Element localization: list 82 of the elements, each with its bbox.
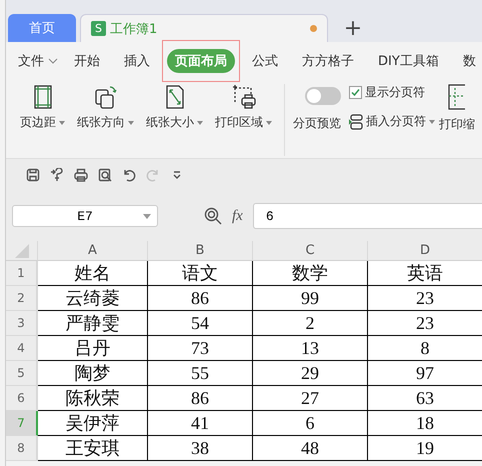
- table-cell: 语文: [148, 261, 253, 286]
- ribbon-button[interactable]: 页边距: [14, 84, 71, 132]
- table-cell: 27: [253, 386, 368, 411]
- row-header[interactable]: 6: [6, 386, 38, 411]
- row-header[interactable]: 5: [6, 361, 38, 386]
- table-cell: 13: [253, 336, 368, 361]
- new-tab-button[interactable]: +: [338, 14, 368, 42]
- table-cell: 86: [148, 286, 253, 311]
- column-header[interactable]: B: [148, 241, 253, 261]
- table-cell: 陶梦: [38, 361, 148, 386]
- table-cell: 73: [148, 336, 253, 361]
- function-label[interactable]: fx: [232, 208, 243, 224]
- ribbon-tab[interactable]: 数: [454, 49, 482, 73]
- table-cell: 吕丹: [38, 336, 148, 361]
- table-cell: 23: [368, 286, 482, 311]
- formula-field[interactable]: 6: [252, 203, 482, 229]
- table-cell: 55: [148, 361, 253, 386]
- table-cell: 29: [253, 361, 368, 386]
- print-scale-button[interactable]: 打印缩: [439, 116, 475, 133]
- chevron-down-icon: [48, 58, 58, 64]
- ribbon-tab[interactable]: 方方格子: [294, 49, 362, 73]
- table-cell: 99: [253, 286, 368, 311]
- table-cell: 2: [253, 311, 368, 336]
- table-cell: 38: [148, 436, 253, 461]
- table-cell: 63: [368, 386, 482, 411]
- dropdown-arrow-icon: [143, 214, 151, 218]
- printer-area-icon: [230, 84, 256, 110]
- table-cell: 86: [148, 386, 253, 411]
- ribbon-tab[interactable]: 公式: [244, 49, 286, 73]
- caret-icon: [128, 120, 134, 124]
- table-cell: 19: [368, 436, 482, 461]
- undo-icon[interactable]: [122, 168, 136, 182]
- table-cell: 41: [148, 411, 253, 436]
- print-icon[interactable]: [74, 168, 88, 182]
- table-cell: 48: [253, 436, 368, 461]
- caret-icon: [197, 120, 203, 124]
- ribbon-button[interactable]: 打印区域: [209, 84, 278, 132]
- show-page-breaks-checkbox[interactable]: 显示分页符: [349, 84, 425, 101]
- table-cell: 6: [253, 411, 368, 436]
- ribbon-tab[interactable]: 插入: [116, 49, 158, 73]
- pages-rotate-icon: [92, 84, 118, 110]
- table-cell: 18: [368, 411, 482, 436]
- file-menu[interactable]: 文件: [18, 52, 62, 70]
- column-header[interactable]: A: [38, 241, 148, 261]
- page-break-preview-button[interactable]: 分页预览: [293, 115, 341, 132]
- table-cell: 23: [368, 311, 482, 336]
- checkbox[interactable]: [349, 86, 362, 99]
- column-header[interactable]: C: [253, 241, 368, 261]
- spreadsheet-logo-icon: S: [91, 21, 106, 36]
- table-cell: 吴伊萍: [38, 411, 148, 436]
- toggle-switch[interactable]: [305, 87, 341, 105]
- save-icon[interactable]: [26, 168, 40, 182]
- caret-icon: [59, 120, 65, 124]
- table-cell: 姓名: [38, 261, 148, 286]
- insert-page-break-button[interactable]: 插入分页符: [349, 113, 435, 130]
- tab-title: 工作簿1: [110, 20, 158, 38]
- table-cell: 王安琪: [38, 436, 148, 461]
- caret-icon: [266, 120, 272, 124]
- page-break-insert-icon: [349, 114, 363, 130]
- ribbon-tab[interactable]: DIY工具箱: [370, 49, 447, 73]
- table-cell: 陈秋荣: [38, 386, 148, 411]
- row-header[interactable]: 8: [6, 436, 38, 461]
- row-header[interactable]: 1: [6, 261, 38, 286]
- ribbon-button[interactable]: 纸张大小: [140, 84, 209, 132]
- ribbon-button[interactable]: 纸张方向: [71, 84, 140, 132]
- table-cell: 英语: [368, 261, 482, 286]
- column-header[interactable]: D: [368, 241, 482, 261]
- caret-icon: [429, 120, 435, 124]
- table-cell: 云绮菱: [38, 286, 148, 311]
- zoom-search-icon[interactable]: [204, 207, 222, 225]
- table-cell: 8: [368, 336, 482, 361]
- table-cell: 54: [148, 311, 253, 336]
- ribbon-tab[interactable]: 开始: [66, 49, 108, 73]
- table-cell: 严静雯: [38, 311, 148, 336]
- table-cell: 97: [368, 361, 482, 386]
- corner-triangle-icon: [14, 244, 28, 258]
- row-header[interactable]: 2: [6, 286, 38, 311]
- row-header[interactable]: 4: [6, 336, 38, 361]
- print-preview-icon[interactable]: [98, 168, 112, 182]
- name-box[interactable]: E7: [12, 205, 158, 227]
- table-cell: 数学: [253, 261, 368, 286]
- row-header[interactable]: 3: [6, 311, 38, 336]
